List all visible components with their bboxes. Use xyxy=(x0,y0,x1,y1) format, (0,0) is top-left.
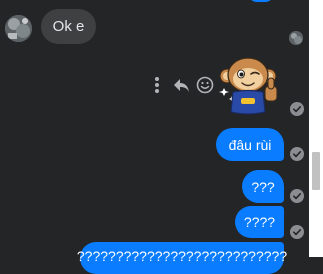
message-text: ??? xyxy=(251,178,275,195)
smiley-icon[interactable] xyxy=(196,76,214,99)
incoming-message-bubble[interactable]: Ok e xyxy=(41,9,96,44)
more-vertical-icon[interactable] xyxy=(154,76,160,99)
read-check-icon xyxy=(290,102,304,116)
outgoing-message-bubble[interactable]: ??? xyxy=(242,170,284,203)
message-text: ???? xyxy=(243,214,276,230)
contact-avatar[interactable] xyxy=(5,15,32,42)
seen-avatar xyxy=(289,31,303,45)
reply-icon[interactable] xyxy=(172,76,190,99)
message-text: Ok e xyxy=(52,18,85,35)
avatar-image xyxy=(5,15,32,42)
scrollbar[interactable] xyxy=(309,0,323,257)
outgoing-message-bubble[interactable]: ???? xyxy=(235,206,284,238)
message-actions xyxy=(150,76,220,96)
chat-messages-area[interactable]: Ok e đâu rùi ??? ???? ??????????????????… xyxy=(0,0,309,274)
message-text: ??????????????????????????? xyxy=(76,248,288,264)
read-check-icon xyxy=(290,225,304,239)
message-text: đâu rùi xyxy=(228,136,272,153)
read-check-icon xyxy=(290,147,304,161)
outgoing-message-bubble[interactable]: ??????????????????????????? xyxy=(76,242,288,274)
scrollbar-thumb[interactable] xyxy=(312,152,320,190)
seen-avatar-image xyxy=(289,31,303,45)
outgoing-message-bubble[interactable]: đâu rùi xyxy=(216,128,284,161)
read-check-icon xyxy=(290,189,304,203)
outgoing-message-bubble-partial[interactable] xyxy=(248,0,274,2)
monkey-sticker[interactable] xyxy=(219,56,289,120)
